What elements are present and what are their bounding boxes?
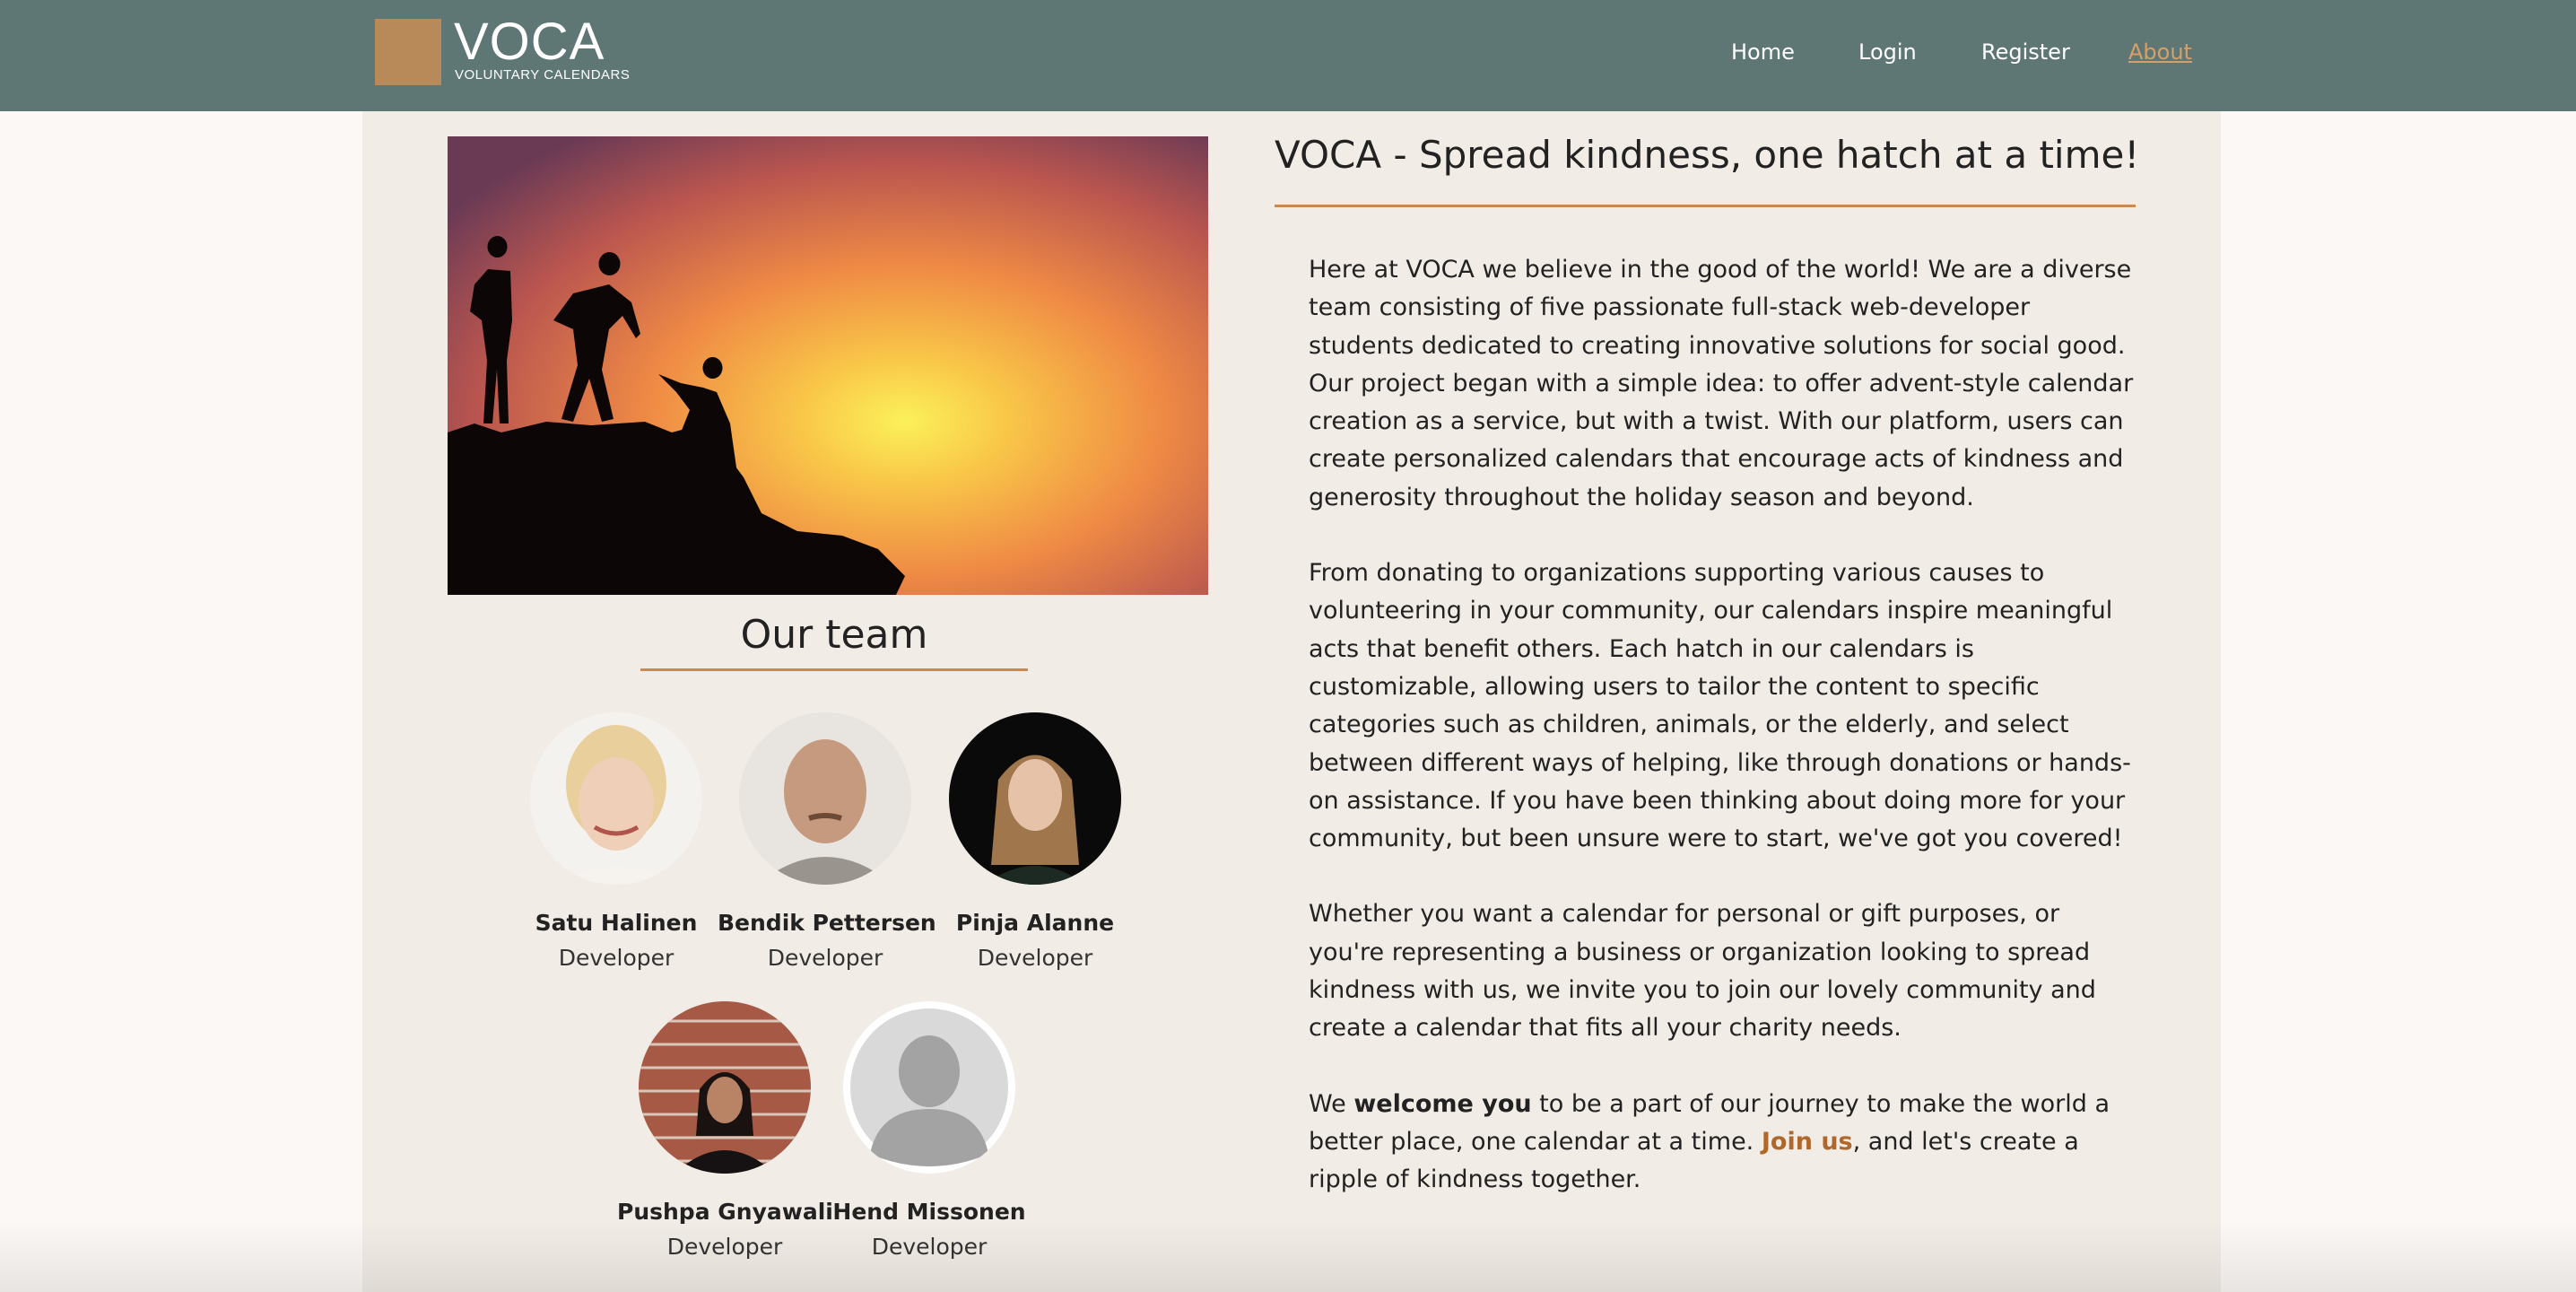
- avatar: [949, 712, 1121, 885]
- team-member-pushpa: Pushpa Gnyawali Developer: [617, 1001, 833, 1260]
- nav-home[interactable]: Home: [1731, 39, 1795, 65]
- member-name: Hend Missonen: [832, 1199, 1026, 1225]
- member-role: Developer: [666, 1234, 783, 1260]
- member-name: Bendik Pettersen: [718, 910, 936, 936]
- nav-register[interactable]: Register: [1981, 39, 2070, 65]
- about-paragraph-1: Here at VOCA we believe in the good of t…: [1309, 256, 2134, 511]
- team-member-hend: Hend Missonen Developer: [822, 1001, 1037, 1260]
- join-us-link[interactable]: Join us: [1762, 1128, 1853, 1156]
- nav-login[interactable]: Login: [1858, 39, 1917, 65]
- logo-subtitle: VOLUNTARY CALENDARS: [455, 67, 631, 83]
- nav-about[interactable]: About: [2128, 39, 2192, 65]
- climbers-sunset-image: [448, 136, 1208, 595]
- member-name: Pinja Alanne: [955, 910, 1115, 936]
- team-member-bendik: Bendik Pettersen Developer: [718, 712, 936, 971]
- about-paragraph-4: We welcome you to be a part of our journ…: [1309, 1086, 2138, 1200]
- member-role: Developer: [558, 945, 674, 971]
- about-paragraph-2: From donating to organizations supportin…: [1309, 559, 2131, 853]
- p4-text-pre: We: [1309, 1089, 1354, 1118]
- placeholder-avatar-icon: [843, 1001, 1015, 1174]
- member-role: Developer: [767, 945, 883, 971]
- avatar: [739, 712, 911, 885]
- team-member-pinja: Pinja Alanne Developer: [927, 712, 1143, 971]
- member-name: Pushpa Gnyawali: [617, 1199, 833, 1225]
- avatar: [639, 1001, 811, 1174]
- about-paragraph-3: Whether you want a calendar for personal…: [1309, 900, 2096, 1043]
- member-role: Developer: [977, 945, 1093, 971]
- site-header: VOCA VOLUNTARY CALENDARS Home Login Regi…: [0, 0, 2576, 111]
- team-member-satu: Satu Halinen Developer: [509, 712, 724, 971]
- avatar: [530, 712, 702, 885]
- welcome-emphasis: welcome you: [1353, 1089, 1532, 1118]
- team-heading-rule: [640, 668, 1028, 671]
- main-nav: Home Login Register About: [0, 39, 2576, 68]
- member-role: Developer: [871, 1234, 988, 1260]
- member-name: Satu Halinen: [535, 910, 698, 936]
- page-title: VOCA - Spread kindness, one hatch at a t…: [1275, 133, 2140, 177]
- title-rule: [1275, 205, 2136, 207]
- team-heading: Our team: [740, 612, 928, 658]
- about-content: Here at VOCA we believe in the good of t…: [1309, 251, 2138, 1237]
